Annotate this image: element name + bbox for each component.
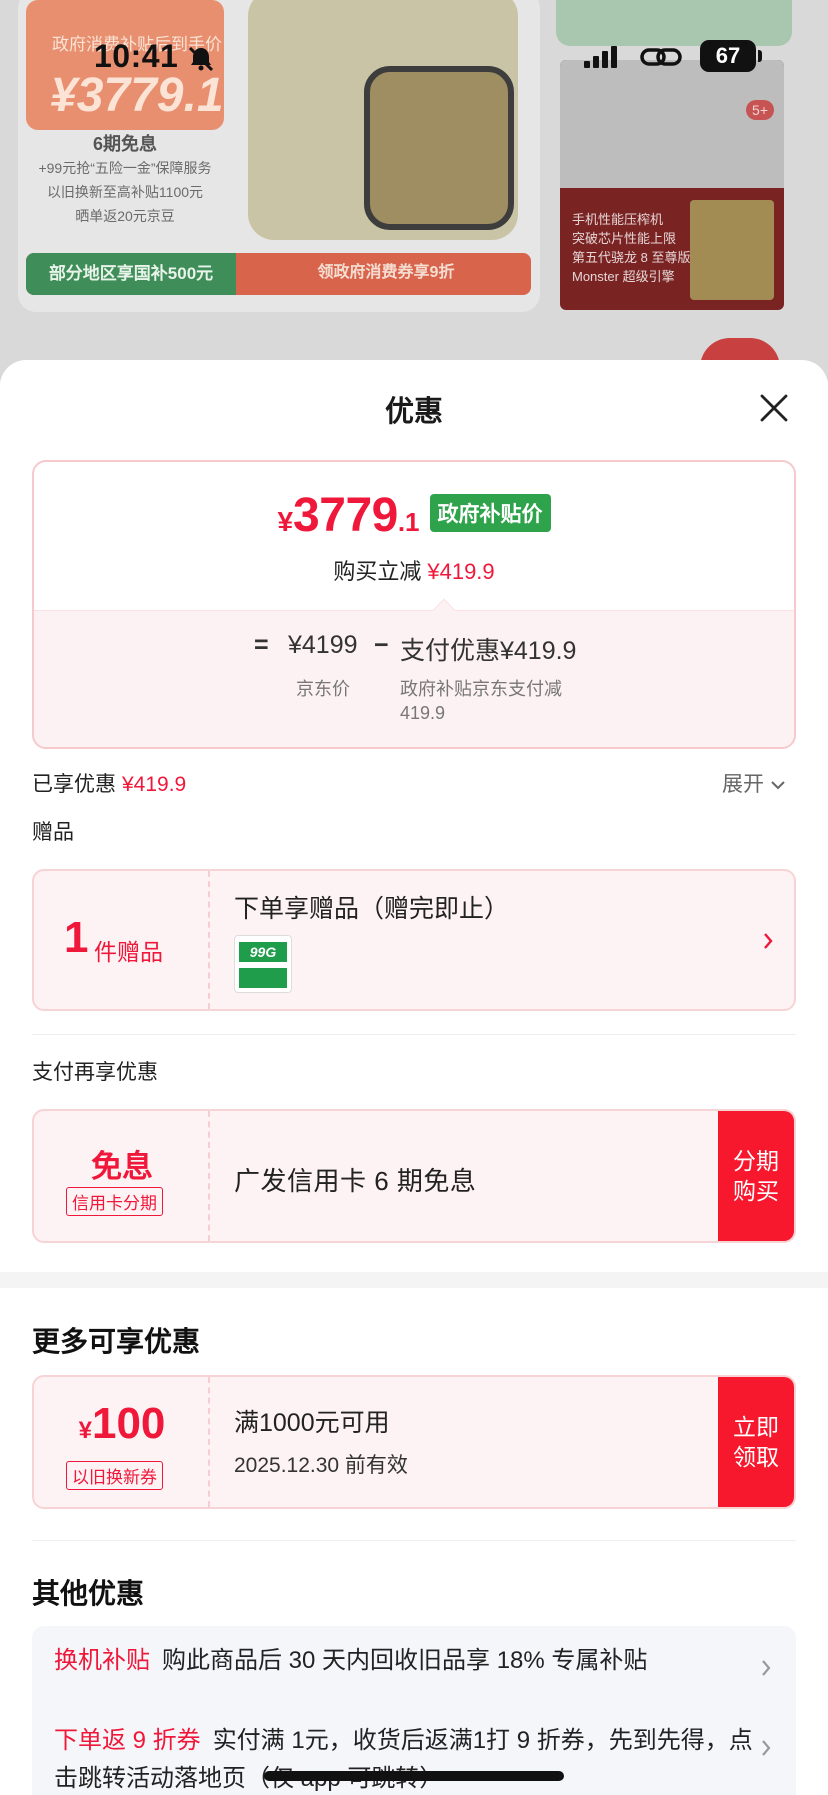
- background-chip-box: [690, 200, 774, 300]
- background-chip-ad: 手机性能压榨机 突破芯片性能上限 第五代骁龙 8 至尊版 Monster 超级引…: [560, 60, 784, 310]
- trade-in-tag: 以旧换新券: [66, 1461, 163, 1490]
- price-integer: 3779: [293, 489, 398, 542]
- list-item[interactable]: 下单返 9 折券 实付满 1元，收货后返满1打 9 折券，先到先得，点击跳转活动落…: [54, 1722, 774, 1795]
- final-price-row: ¥3779.1 政府补贴价: [34, 488, 794, 543]
- background-chip-line: 第五代骁龙 8 至尊版: [572, 250, 691, 265]
- installment-card: 免息 信用卡分期 广发信用卡 6 期免息 分期购买: [32, 1109, 796, 1243]
- background-chip-line: 手机性能压榨机: [572, 212, 664, 227]
- background-line: 以旧换新至高补贴1100元: [46, 184, 204, 200]
- chevron-right-icon: [762, 1740, 771, 1756]
- price-summary-top: ¥3779.1 政府补贴价 购买立减 ¥419.9: [34, 462, 794, 610]
- formula-jd-price: ¥4199: [288, 631, 358, 659]
- chevron-right-icon: [764, 933, 773, 949]
- other-discount-key: 换机补贴: [54, 1647, 150, 1674]
- instant-discount-label: 购买立减: [333, 559, 422, 584]
- bell-muted-icon: [188, 46, 214, 72]
- coupon-condition: 满1000元可用: [234, 1409, 390, 1437]
- formula-pay-desc: 政府补贴京东支付减419.9: [400, 679, 562, 723]
- divider: [32, 1034, 796, 1035]
- installment-buy-button[interactable]: 分期购买: [718, 1111, 794, 1241]
- coupon-number: 100: [91, 1399, 166, 1448]
- battery-indicator: 67: [700, 40, 762, 72]
- price-symbol: ¥: [277, 506, 294, 537]
- interest-free-label: 免息: [91, 1149, 153, 1184]
- background-count-badge: 5+: [746, 100, 774, 120]
- coupon-value: ¥100 以旧换新券: [34, 1377, 210, 1507]
- gift-thumbnail-label: 99G: [239, 942, 287, 962]
- installment-buy-label: 分期购买: [733, 1148, 779, 1204]
- background-chip-line: Monster 超级引擎: [572, 269, 675, 284]
- installment-description: 广发信用卡 6 期免息: [234, 1166, 477, 1196]
- installment-badge: 免息 信用卡分期: [34, 1111, 210, 1241]
- gift-section-label: 赠品: [32, 821, 74, 844]
- formula-pay-discount: 支付优惠¥419.9: [400, 637, 577, 665]
- gift-card[interactable]: 1 件赠品 下单享赠品（赠完即止） 99G: [32, 869, 796, 1011]
- enjoyed-label: 已享优惠: [32, 773, 116, 796]
- pay-section-label: 支付再享优惠: [32, 1061, 158, 1084]
- background-promo-lines: 6期免息 +99元抢“五险一金”保障服务 以旧换新至高补贴1100元 晒单返20…: [26, 132, 224, 228]
- coupon-symbol: ¥: [78, 1417, 92, 1444]
- divider: [32, 1540, 796, 1541]
- background-chip-ad-text: 手机性能压榨机 突破芯片性能上限 第五代骁龙 8 至尊版 Monster 超级引…: [572, 210, 690, 286]
- price-summary-card: ¥3779.1 政府补贴价 购买立减 ¥419.9 = ¥4199 − 支付优惠¥4…: [32, 460, 796, 749]
- link-icon: [640, 48, 682, 66]
- final-price: ¥3779.1: [277, 488, 419, 543]
- enjoyed-amount: ¥419.9: [122, 773, 187, 796]
- claim-coupon-label: 立即领取: [733, 1414, 779, 1470]
- background-banner-left: 部分地区享国补500元: [26, 253, 236, 295]
- chevron-right-icon: [762, 1660, 771, 1676]
- formula-jd-label: 京东价: [296, 679, 350, 699]
- background-line: 晒单返20元京豆: [75, 208, 175, 224]
- gift-count: 1 件赠品: [34, 871, 210, 1009]
- claim-coupon-button[interactable]: 立即领取: [718, 1377, 794, 1507]
- sheet-title: 优惠: [384, 396, 443, 428]
- credit-installment-tag: 信用卡分期: [66, 1187, 163, 1216]
- price-formula: = ¥4199 − 支付优惠¥419.9 京东价 政府补贴京东支付减419.9: [34, 610, 794, 747]
- gift-count-number: 1: [64, 913, 89, 962]
- coupon-amount: ¥100: [34, 1399, 210, 1449]
- cellular-signal-icon: [584, 46, 617, 68]
- more-discounts-title: 更多可享优惠: [32, 1326, 201, 1357]
- other-discounts-title: 其他优惠: [32, 1578, 145, 1609]
- instant-discount-line: 购买立减 ¥419.9: [34, 554, 794, 586]
- status-bar: 10:41 67: [0, 32, 828, 82]
- status-time: 10:41: [94, 38, 179, 74]
- close-icon[interactable]: [756, 390, 792, 426]
- enjoyed-discount: 已享优惠 ¥419.9: [32, 768, 186, 798]
- instant-discount-amount: ¥419.9: [427, 559, 495, 584]
- expand-label: 展开: [722, 773, 764, 796]
- background-phone-camera: [364, 66, 514, 230]
- gift-count-unit: 件赠品: [94, 939, 163, 965]
- background-banner-right: 领政府消费券享9折: [317, 264, 455, 281]
- other-discount-text: 购此商品后 30 天内回收旧品享 18% 专属补贴: [162, 1647, 648, 1674]
- gift-thumbnail[interactable]: 99G: [234, 935, 292, 993]
- list-item[interactable]: 换机补贴 购此商品后 30 天内回收旧品享 18% 专属补贴: [54, 1642, 774, 1680]
- expand-button[interactable]: 展开: [722, 768, 786, 798]
- chevron-down-icon: [771, 781, 785, 790]
- background-line: +99元抢“五险一金”保障服务: [38, 160, 212, 176]
- gift-thumbnail-strip: [239, 968, 287, 988]
- other-discount-key: 下单返 9 折券: [54, 1727, 201, 1754]
- price-decimal: .1: [397, 507, 420, 537]
- gift-title: 下单享赠品（赠完即止）: [234, 895, 510, 923]
- background-banner: 部分地区享国补500元 领政府消费券享9折: [26, 253, 531, 295]
- background-line: 6期免息: [92, 134, 157, 154]
- formula-minus: −: [374, 631, 389, 659]
- home-indicator: [264, 1771, 564, 1781]
- other-discounts-list: 换机补贴 购此商品后 30 天内回收旧品享 18% 专属补贴 下单返 9 折券 实付…: [32, 1626, 796, 1795]
- gov-subsidy-tag: 政府补贴价: [429, 494, 551, 532]
- coupon-expiry: 2025.12.30 前有效: [234, 1454, 408, 1477]
- section-gap: [0, 1272, 828, 1288]
- background-chip-line: 突破芯片性能上限: [572, 231, 677, 246]
- formula-equals: =: [254, 631, 269, 659]
- trade-in-coupon-card: ¥100 以旧换新券 满1000元可用 2025.12.30 前有效 立即领取: [32, 1375, 796, 1509]
- discount-sheet: 优惠 ¥3779.1 政府补贴价 购买立减 ¥419.9 = ¥4199 − 支付优…: [0, 360, 828, 1795]
